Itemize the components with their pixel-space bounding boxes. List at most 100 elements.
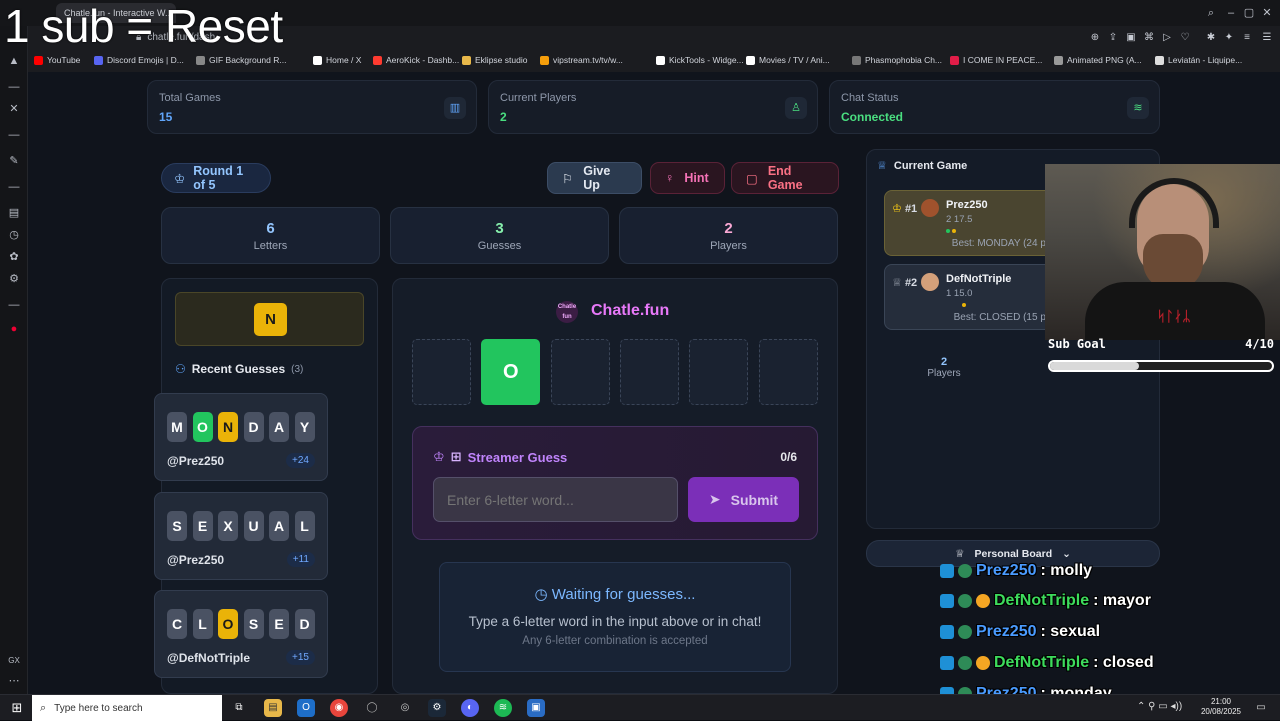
sub-goal-widget: Sub Goal 4/10	[1045, 336, 1280, 380]
extension-icon[interactable]: ✱	[1204, 31, 1218, 45]
bookmark-icon	[1054, 55, 1063, 65]
bookmark-item[interactable]: AeroKick - Dashb...	[373, 55, 459, 65]
guess-letter-tile: S	[243, 609, 264, 639]
file-explorer-icon[interactable]: ▤	[264, 699, 282, 717]
minimize-icon[interactable]: –	[1223, 5, 1239, 21]
guess-letter-tile: L	[192, 609, 213, 639]
hint-letter-tile: N	[254, 303, 287, 336]
sidebar-messenger-icon[interactable]: ▲	[6, 54, 22, 68]
sidebar-more-icon[interactable]: ⋯	[6, 674, 22, 688]
bookmark-item[interactable]: Leviatán - Liquipe...	[1155, 55, 1242, 65]
guesses-count: 3	[495, 220, 504, 237]
close-icon[interactable]: ✕	[1259, 5, 1275, 21]
chatle-logo: Chatle fun	[556, 301, 578, 323]
sidebar-clock-icon[interactable]: ◷	[6, 228, 22, 242]
share-icon[interactable]: ⇪	[1106, 31, 1120, 45]
play-icon[interactable]: ▷	[1160, 31, 1174, 45]
current-players-card: Current Players 2 ♙	[488, 80, 818, 134]
sidebar-puzzle-icon[interactable]: ⚙	[6, 272, 22, 286]
app-window-icon[interactable]: ▣	[527, 699, 545, 717]
guess-letter-tile: O	[218, 609, 238, 639]
bookmark-label: Animated PNG (A...	[1067, 55, 1142, 65]
submit-button[interactable]: ➤ Submit	[688, 477, 799, 522]
players-summary: 2 Players	[918, 356, 970, 379]
subscriber-badge-icon	[958, 594, 972, 608]
guess-letter-tile: O	[192, 412, 213, 442]
current-players-label: Current Players	[500, 92, 577, 104]
maximize-icon[interactable]: ▢	[1241, 5, 1257, 21]
notification-icon[interactable]: ▭	[1252, 699, 1270, 717]
word-input[interactable]	[433, 477, 678, 522]
app-icon[interactable]: ◯	[363, 699, 381, 717]
players-label: Players	[710, 240, 747, 252]
zoom-icon[interactable]: ⊕	[1088, 31, 1102, 45]
players-summary-label: Players	[927, 368, 961, 379]
bookmark-label: Movies / TV / Ani...	[759, 55, 830, 65]
bookmark-item[interactable]: Discord Emojis | D...	[94, 55, 184, 65]
outlook-icon[interactable]: O	[297, 699, 315, 717]
bookmark-item[interactable]: Phasmophobia Ch...	[852, 55, 942, 65]
guess-points-badge: +15	[286, 650, 315, 665]
end-game-label: End Game	[767, 164, 803, 192]
chat-username: Prez250	[976, 623, 1037, 640]
sidebar-x-icon[interactable]: ✕	[6, 102, 22, 116]
screenshot-icon[interactable]: ▣	[1124, 31, 1138, 45]
bookmark-item[interactable]: Home / X	[313, 55, 361, 65]
bookmark-item[interactable]: I COME IN PEACE...	[950, 55, 1042, 65]
extension-icon[interactable]: ✦	[1222, 31, 1236, 45]
bookmark-item[interactable]: KickTools - Widge...	[656, 55, 744, 65]
bookmark-item[interactable]: Animated PNG (A...	[1054, 55, 1142, 65]
spotify-icon[interactable]: ≋	[494, 699, 512, 717]
bookmark-label: Phasmophobia Ch...	[865, 55, 943, 65]
user-icon: ♙	[785, 97, 807, 119]
sidebar-bug-icon[interactable]: ✿	[6, 250, 22, 264]
end-game-button[interactable]: ▢ End Game	[731, 162, 839, 194]
guess-letter-tile: X	[218, 511, 238, 541]
guess-points-badge: +24	[286, 453, 315, 468]
tray-icons[interactable]: ⌃ ⚲ ▭ ◂))	[1137, 701, 1182, 712]
recent-guesses-title: Recent Guesses	[191, 362, 286, 376]
chat-text: : mayor	[1093, 592, 1151, 609]
guess-letter-tile: Y	[294, 412, 315, 442]
chrome-icon[interactable]: ◉	[330, 699, 348, 717]
wifi-icon: ≋	[1127, 97, 1149, 119]
sub-goal-label: Sub Goal	[1048, 337, 1106, 351]
taskbar-search[interactable]: ⌕ Type here to search	[32, 695, 222, 721]
menu-icon[interactable]: ☰	[1260, 31, 1274, 45]
sidebar-record-icon[interactable]: ●	[6, 322, 22, 336]
bookmark-label: AeroKick - Dashb...	[386, 55, 460, 65]
bookmark-label: Eklipse studio	[475, 55, 528, 65]
heart-icon[interactable]: ♡	[1178, 31, 1192, 45]
player-stats: 2 17.5	[946, 214, 973, 225]
discord-icon[interactable]: ◐	[461, 699, 479, 717]
chat-text: : molly	[1040, 562, 1093, 579]
bookmark-item[interactable]: YouTube	[34, 55, 80, 65]
crown-icon: ♔	[174, 171, 186, 186]
bookmark-icon	[656, 55, 665, 65]
guess-user: @Prez250	[167, 553, 225, 567]
sidebar-gx-icon[interactable]: GX	[6, 654, 22, 668]
total-games-label: Total Games	[159, 92, 221, 104]
obs-icon[interactable]: ◎	[396, 699, 414, 717]
search-icon[interactable]: ⌕	[1203, 5, 1219, 21]
hint-button[interactable]: ♀ Hint	[650, 162, 725, 194]
guesses-box: 3 Guesses	[390, 207, 609, 264]
steam-icon[interactable]: ⚙	[428, 699, 446, 717]
translate-icon[interactable]: ⌘	[1142, 31, 1156, 45]
bookmark-item[interactable]: Eklipse studio	[462, 55, 527, 65]
bookmark-item[interactable]: GIF Background R...	[196, 55, 286, 65]
bookmark-item[interactable]: Movies / TV / Ani...	[746, 55, 830, 65]
sidebar-tool-icon[interactable]: ✎	[6, 154, 22, 168]
sidebar-book-icon[interactable]: ▤	[6, 206, 22, 220]
bookmark-icon	[94, 55, 103, 65]
extension-icon[interactable]: ≡	[1240, 31, 1254, 45]
task-view-icon[interactable]: ⧉	[230, 699, 248, 717]
users-icon: ⚇	[175, 362, 186, 376]
bookmark-item[interactable]: vipstream.tv/tv/w...	[540, 55, 623, 65]
taskbar-clock[interactable]: 21:00 20/08/2025	[1200, 697, 1242, 717]
windows-start-icon[interactable]: ⊞	[8, 699, 26, 717]
logo-sub: fun	[562, 314, 572, 320]
bookmark-icon	[540, 55, 549, 65]
give-up-button[interactable]: ⚐ Give Up	[547, 162, 642, 194]
personal-board-label: Personal Board	[974, 547, 1053, 560]
